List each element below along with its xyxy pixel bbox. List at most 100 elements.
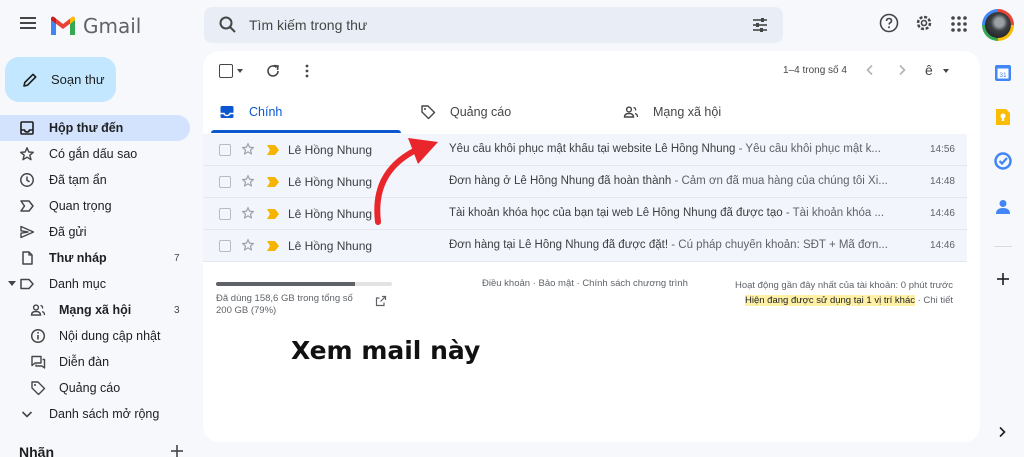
send-icon — [20, 225, 35, 239]
sidebar-item-social[interactable]: Mạng xã hội 3 — [0, 297, 192, 323]
email-snippet: Đơn hàng ở Lê Hồng Nhung đã hoàn thành -… — [449, 175, 889, 187]
label-important-icon — [20, 200, 34, 212]
sidebar-item-categories[interactable]: Danh mục — [0, 271, 192, 297]
star-icon[interactable] — [241, 206, 255, 220]
input-tools-button[interactable]: ê — [925, 62, 933, 78]
contacts-icon[interactable] — [994, 198, 1012, 216]
inbox-icon — [20, 121, 34, 135]
row-checkbox[interactable] — [219, 144, 231, 156]
sidebar-item-label: Có gắn dấu sao — [49, 147, 138, 161]
keep-icon[interactable] — [994, 108, 1012, 126]
select-all-checkbox[interactable] — [219, 64, 233, 78]
annotation-caption: Xem mail này — [291, 336, 481, 365]
red-arrow-annotation — [374, 138, 438, 225]
sidebar-item-snoozed[interactable]: Đã tạm ẩn — [0, 167, 192, 193]
sidebar-item-label: Diễn đàn — [59, 355, 110, 369]
storage-bar — [216, 282, 392, 286]
important-marker-icon[interactable] — [267, 177, 279, 187]
star-icon[interactable] — [241, 238, 255, 252]
account-avatar[interactable] — [982, 9, 1014, 41]
tab-label: Mạng xã hội — [653, 105, 722, 119]
compose-button[interactable]: Soạn thư — [5, 57, 116, 102]
gear-icon[interactable] — [914, 13, 934, 33]
sidebar-nav: Hộp thư đến Có gắn dấu sao Đã tạm ẩn Qua… — [0, 115, 192, 427]
main-menu-icon[interactable] — [17, 14, 39, 36]
star-icon[interactable] — [241, 142, 255, 156]
row-checkbox[interactable] — [219, 176, 231, 188]
email-snippet: Đơn hàng tại Lê Hồng Nhung đã được đặt! … — [449, 239, 889, 251]
sidebar-item-starred[interactable]: Có gắn dấu sao — [0, 141, 192, 167]
more-vert-icon[interactable] — [299, 63, 315, 79]
add-addon-icon[interactable] — [994, 270, 1012, 288]
sidebar-item-inbox[interactable]: Hộp thư đến — [0, 115, 190, 141]
sidebar-item-drafts[interactable]: Thư nháp 7 — [0, 245, 192, 271]
email-time: 14:46 — [929, 240, 955, 251]
sidebar-item-sent[interactable]: Đã gửi — [0, 219, 192, 245]
tag-icon — [31, 381, 46, 396]
pencil-icon — [23, 73, 37, 87]
help-icon[interactable] — [879, 13, 899, 33]
email-subject: Đơn hàng tại Lê Hồng Nhung đã được đặt! — [449, 239, 669, 251]
clock-icon — [20, 173, 34, 187]
account-activity: Hoạt động gần đây nhất của tài khoản: 0 … — [727, 278, 953, 308]
search-options-icon[interactable] — [751, 16, 769, 34]
email-time: 14:56 — [929, 144, 955, 155]
email-sender: Lê Hồng Nhung — [288, 143, 373, 157]
apps-grid-icon[interactable] — [950, 15, 968, 33]
email-row[interactable]: Lê Hồng Nhung Yêu cầu khôi phục mật khẩu… — [203, 134, 967, 166]
sidebar-item-label: Quảng cáo — [59, 381, 121, 395]
sidebar-item-more[interactable]: Danh sách mở rộng — [0, 401, 192, 427]
gmail-logo[interactable]: Gmail — [50, 14, 141, 38]
search-icon[interactable] — [218, 15, 238, 35]
email-preview: - Yêu cầu khôi phục mật k... — [735, 143, 881, 155]
email-row[interactable]: Lê Hồng Nhung Tài khoản khóa học của bạn… — [203, 198, 967, 230]
sidebar-item-updates[interactable]: Nội dung cập nhật — [0, 323, 192, 349]
activity-details-link[interactable]: · Chi tiết — [915, 295, 953, 306]
people-icon — [623, 106, 639, 118]
select-menu-caret-icon[interactable] — [237, 69, 243, 73]
sidebar-item-important[interactable]: Quan trọng — [0, 193, 192, 219]
compose-label: Soạn thư — [51, 72, 105, 87]
star-icon[interactable] — [241, 174, 255, 188]
tag-icon — [421, 105, 436, 120]
chevron-right-icon[interactable] — [996, 425, 1008, 439]
mail-panel: 1–4 trong số 4 ê Chính Quảng cáo Mạng xã… — [203, 51, 980, 442]
unread-count: 7 — [174, 252, 180, 264]
important-marker-icon[interactable] — [267, 145, 279, 155]
chevron-left-icon[interactable] — [863, 63, 877, 77]
pagination-info: 1–4 trong số 4 — [783, 65, 847, 76]
info-icon — [30, 328, 46, 344]
category-label-icon — [20, 278, 34, 290]
input-tools-caret-icon[interactable] — [943, 69, 949, 73]
sidebar-item-promotions[interactable]: Quảng cáo — [0, 375, 192, 401]
sidebar-item-forums[interactable]: Diễn đàn — [0, 349, 192, 375]
tab-social[interactable]: Mạng xã hội — [623, 91, 803, 133]
sidebar-item-label: Nội dung cập nhật — [59, 329, 161, 343]
unread-count: 3 — [174, 304, 180, 316]
inbox-icon — [220, 106, 234, 118]
row-checkbox[interactable] — [219, 208, 231, 220]
tab-label: Quảng cáo — [450, 105, 512, 119]
forum-icon — [31, 355, 46, 369]
refresh-icon[interactable] — [265, 63, 281, 79]
search-input[interactable]: Tìm kiếm trong thư — [249, 17, 367, 33]
row-checkbox[interactable] — [219, 240, 231, 252]
activity-status: Hiện đang được sử dụng tại 1 vị trí khác… — [727, 293, 953, 308]
email-row[interactable]: Lê Hồng Nhung Đơn hàng tại Lê Hồng Nhung… — [203, 230, 967, 262]
open-in-new-icon[interactable] — [375, 295, 387, 307]
email-row[interactable]: Lê Hồng Nhung Đơn hàng ở Lê Hồng Nhung đ… — [203, 166, 967, 198]
collapse-caret-icon[interactable] — [8, 281, 16, 286]
tab-promotions[interactable]: Quảng cáo — [420, 91, 600, 133]
tab-primary[interactable]: Chính — [211, 91, 401, 133]
important-marker-icon[interactable] — [267, 241, 279, 251]
search-bar[interactable]: Tìm kiếm trong thư — [204, 7, 783, 43]
important-marker-icon[interactable] — [267, 209, 279, 219]
tasks-icon[interactable] — [994, 152, 1012, 170]
svg-text:31: 31 — [999, 72, 1007, 79]
footer-links[interactable]: Điều khoản · Bảo mật · Chính sách chương… — [482, 278, 688, 289]
add-label-icon[interactable] — [170, 444, 184, 457]
tab-label: Chính — [249, 105, 283, 119]
calendar-icon[interactable]: 31 — [994, 64, 1012, 82]
chevron-right-icon[interactable] — [895, 63, 909, 77]
sidebar-item-label: Danh sách mở rộng — [49, 407, 160, 421]
